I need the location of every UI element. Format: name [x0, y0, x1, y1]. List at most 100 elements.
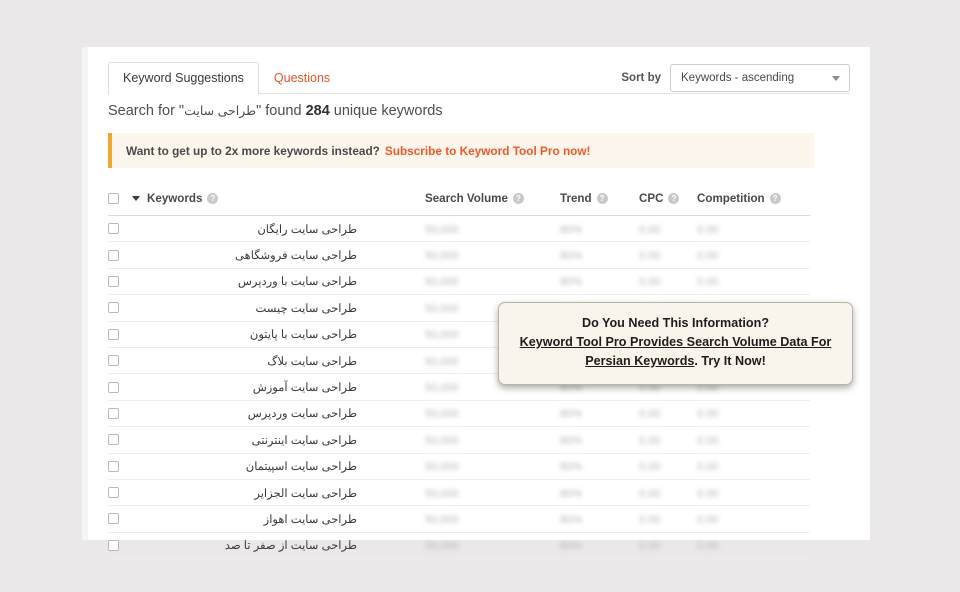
search-volume-value: 50,000: [425, 382, 459, 395]
search-volume-value: 50,000: [425, 461, 459, 474]
column-header-competition-label: Competition: [697, 192, 765, 205]
row-select-cell: [108, 355, 132, 367]
row-select-cell: [108, 381, 132, 393]
keyword-text: طراحی سایت فروشگاهی: [235, 250, 357, 263]
competition-value: 0.00: [697, 408, 719, 421]
tabs-and-sort-row: Keyword Suggestions Questions Sort by Ke…: [108, 62, 850, 95]
upsell-popup-tail: . Try It Now!: [694, 354, 766, 368]
column-header-search-volume[interactable]: Search Volume ?: [425, 192, 560, 205]
sort-by-select[interactable]: Keywords - ascending: [670, 64, 850, 92]
row-checkbox[interactable]: [108, 328, 119, 340]
cpc-cell: 0.00: [639, 536, 697, 554]
competition-value: 0.00: [697, 250, 719, 263]
search-volume-cell: 50,000: [425, 484, 560, 502]
search-volume-value: 50,000: [425, 302, 459, 315]
row-checkbox[interactable]: [108, 275, 119, 287]
cpc-cell: 0.00: [639, 272, 697, 290]
help-circle-icon-competition[interactable]: ?: [769, 193, 781, 204]
table-row[interactable]: طراحی سایت وردپرس 50,000 80% 0.00 0.00: [108, 401, 810, 428]
upsell-popup-title: Do You Need This Information?: [581, 316, 770, 330]
competition-cell: 0.00: [697, 536, 810, 554]
row-select-cell: [108, 513, 132, 525]
cpc-cell: 0.00: [639, 431, 697, 449]
trend-cell: 80%: [560, 431, 639, 449]
column-header-cpc[interactable]: CPC ?: [639, 192, 697, 205]
competition-cell: 0.00: [697, 272, 810, 290]
table-row[interactable]: طراحی سایت از صفر تا صد 50,000 80% 0.00 0.00: [108, 533, 810, 560]
table-row[interactable]: طراحی سایت اسپیتمان 50,000 80% 0.00 0.00: [108, 454, 810, 480]
tab-keyword-suggestions-label: Keyword Suggestions: [123, 71, 244, 85]
row-checkbox[interactable]: [108, 487, 119, 499]
cpc-value: 0.00: [639, 223, 661, 236]
search-volume-cell: 50,000: [425, 536, 560, 554]
search-summary-middle: " found: [256, 103, 306, 119]
keyword-cell: طراحی سایت اینترنتی: [132, 433, 425, 447]
column-header-trend[interactable]: Trend ?: [560, 192, 639, 205]
column-header-keywords[interactable]: Keywords ?: [132, 192, 425, 205]
keyword-text: طراحی سایت اینترنتی: [251, 434, 357, 447]
row-checkbox[interactable]: [108, 223, 119, 235]
upsell-popup-link[interactable]: Keyword Tool Pro Provides Search Volume …: [520, 335, 832, 368]
search-volume-value: 50,000: [425, 487, 459, 500]
row-checkbox[interactable]: [108, 302, 119, 314]
competition-value: 0.00: [697, 540, 719, 553]
row-checkbox[interactable]: [108, 355, 119, 367]
trend-value: 80%: [560, 461, 583, 474]
table-header-row: Keywords ? Search Volume ? Trend ? CPC ?…: [108, 182, 810, 216]
row-select-cell: [108, 275, 132, 287]
table-row[interactable]: طراحی سایت با وردپرس 50,000 80% 0.00 0.00: [108, 269, 810, 296]
search-volume-value: 50,000: [425, 223, 459, 236]
keyword-text: طراحی سایت چیست: [255, 302, 357, 315]
column-header-trend-label: Trend: [560, 192, 592, 205]
screenshot-root: Keyword Suggestions Questions Sort by Ke…: [0, 0, 960, 592]
keyword-cell: طراحی سایت بلاگ: [132, 354, 425, 368]
row-checkbox[interactable]: [108, 249, 119, 261]
search-volume-value: 50,000: [425, 513, 459, 526]
row-checkbox[interactable]: [108, 434, 119, 446]
table-row[interactable]: طراحی سایت فروشگاهی 50,000 80% 0.00 0.00: [108, 242, 810, 269]
search-result-count: 284: [305, 103, 330, 119]
trend-cell: 80%: [560, 404, 639, 422]
table-row[interactable]: طراحی سایت رایگان 50,000 80% 0.00 0.00: [108, 216, 810, 243]
cpc-cell: 0.00: [639, 484, 697, 502]
help-circle-icon-trend[interactable]: ?: [596, 193, 608, 204]
keyword-cell: طراحی سایت الجزایر: [132, 486, 425, 500]
select-all-cell: [108, 193, 132, 204]
chevron-down-icon: [832, 76, 840, 81]
tab-keyword-suggestions[interactable]: Keyword Suggestions: [108, 62, 259, 95]
help-circle-icon-keywords[interactable]: ?: [207, 193, 219, 204]
tab-questions[interactable]: Questions: [259, 62, 345, 95]
sort-descending-arrow-icon: [132, 196, 140, 201]
table-row[interactable]: طراحی سایت الجزایر 50,000 80% 0.00 0.00: [108, 480, 810, 507]
keyword-text: طراحی سایت رایگان: [257, 223, 357, 236]
keyword-cell: طراحی سایت با پایتون: [132, 327, 425, 341]
trend-cell: 80%: [560, 246, 639, 264]
row-checkbox[interactable]: [108, 407, 119, 419]
trend-cell: 80%: [560, 272, 639, 290]
keyword-cell: طراحی سایت فروشگاهی: [132, 248, 425, 262]
row-checkbox[interactable]: [108, 381, 119, 393]
keyword-text: طراحی سایت وردپرس: [247, 408, 357, 421]
column-header-competition[interactable]: Competition ?: [697, 192, 810, 205]
competition-cell: 0.00: [697, 431, 810, 449]
select-all-checkbox[interactable]: [108, 193, 119, 204]
keyword-text: طراحی سایت الجزایر: [254, 487, 357, 500]
trend-cell: 80%: [560, 457, 639, 475]
trend-value: 80%: [560, 487, 583, 500]
row-checkbox[interactable]: [108, 460, 119, 472]
trend-cell: 80%: [560, 220, 639, 238]
table-row[interactable]: طراحی سایت اهواز 50,000 80% 0.00 0.00: [108, 506, 810, 533]
search-volume-value: 50,000: [425, 408, 459, 421]
help-circle-icon-cpc[interactable]: ?: [668, 193, 680, 204]
cpc-value: 0.00: [639, 276, 661, 289]
cpc-cell: 0.00: [639, 457, 697, 475]
row-checkbox[interactable]: [108, 513, 119, 525]
table-row[interactable]: طراحی سایت اینترنتی 50,000 80% 0.00 0.00: [108, 427, 810, 454]
column-header-keywords-label: Keywords: [147, 192, 203, 205]
subscribe-pro-link[interactable]: Subscribe to Keyword Tool Pro now!: [385, 144, 591, 158]
search-volume-value: 50,000: [425, 540, 459, 553]
cpc-cell: 0.00: [639, 404, 697, 422]
help-circle-icon-search-volume[interactable]: ?: [512, 193, 524, 204]
cpc-value: 0.00: [639, 250, 661, 263]
row-checkbox[interactable]: [108, 539, 119, 551]
